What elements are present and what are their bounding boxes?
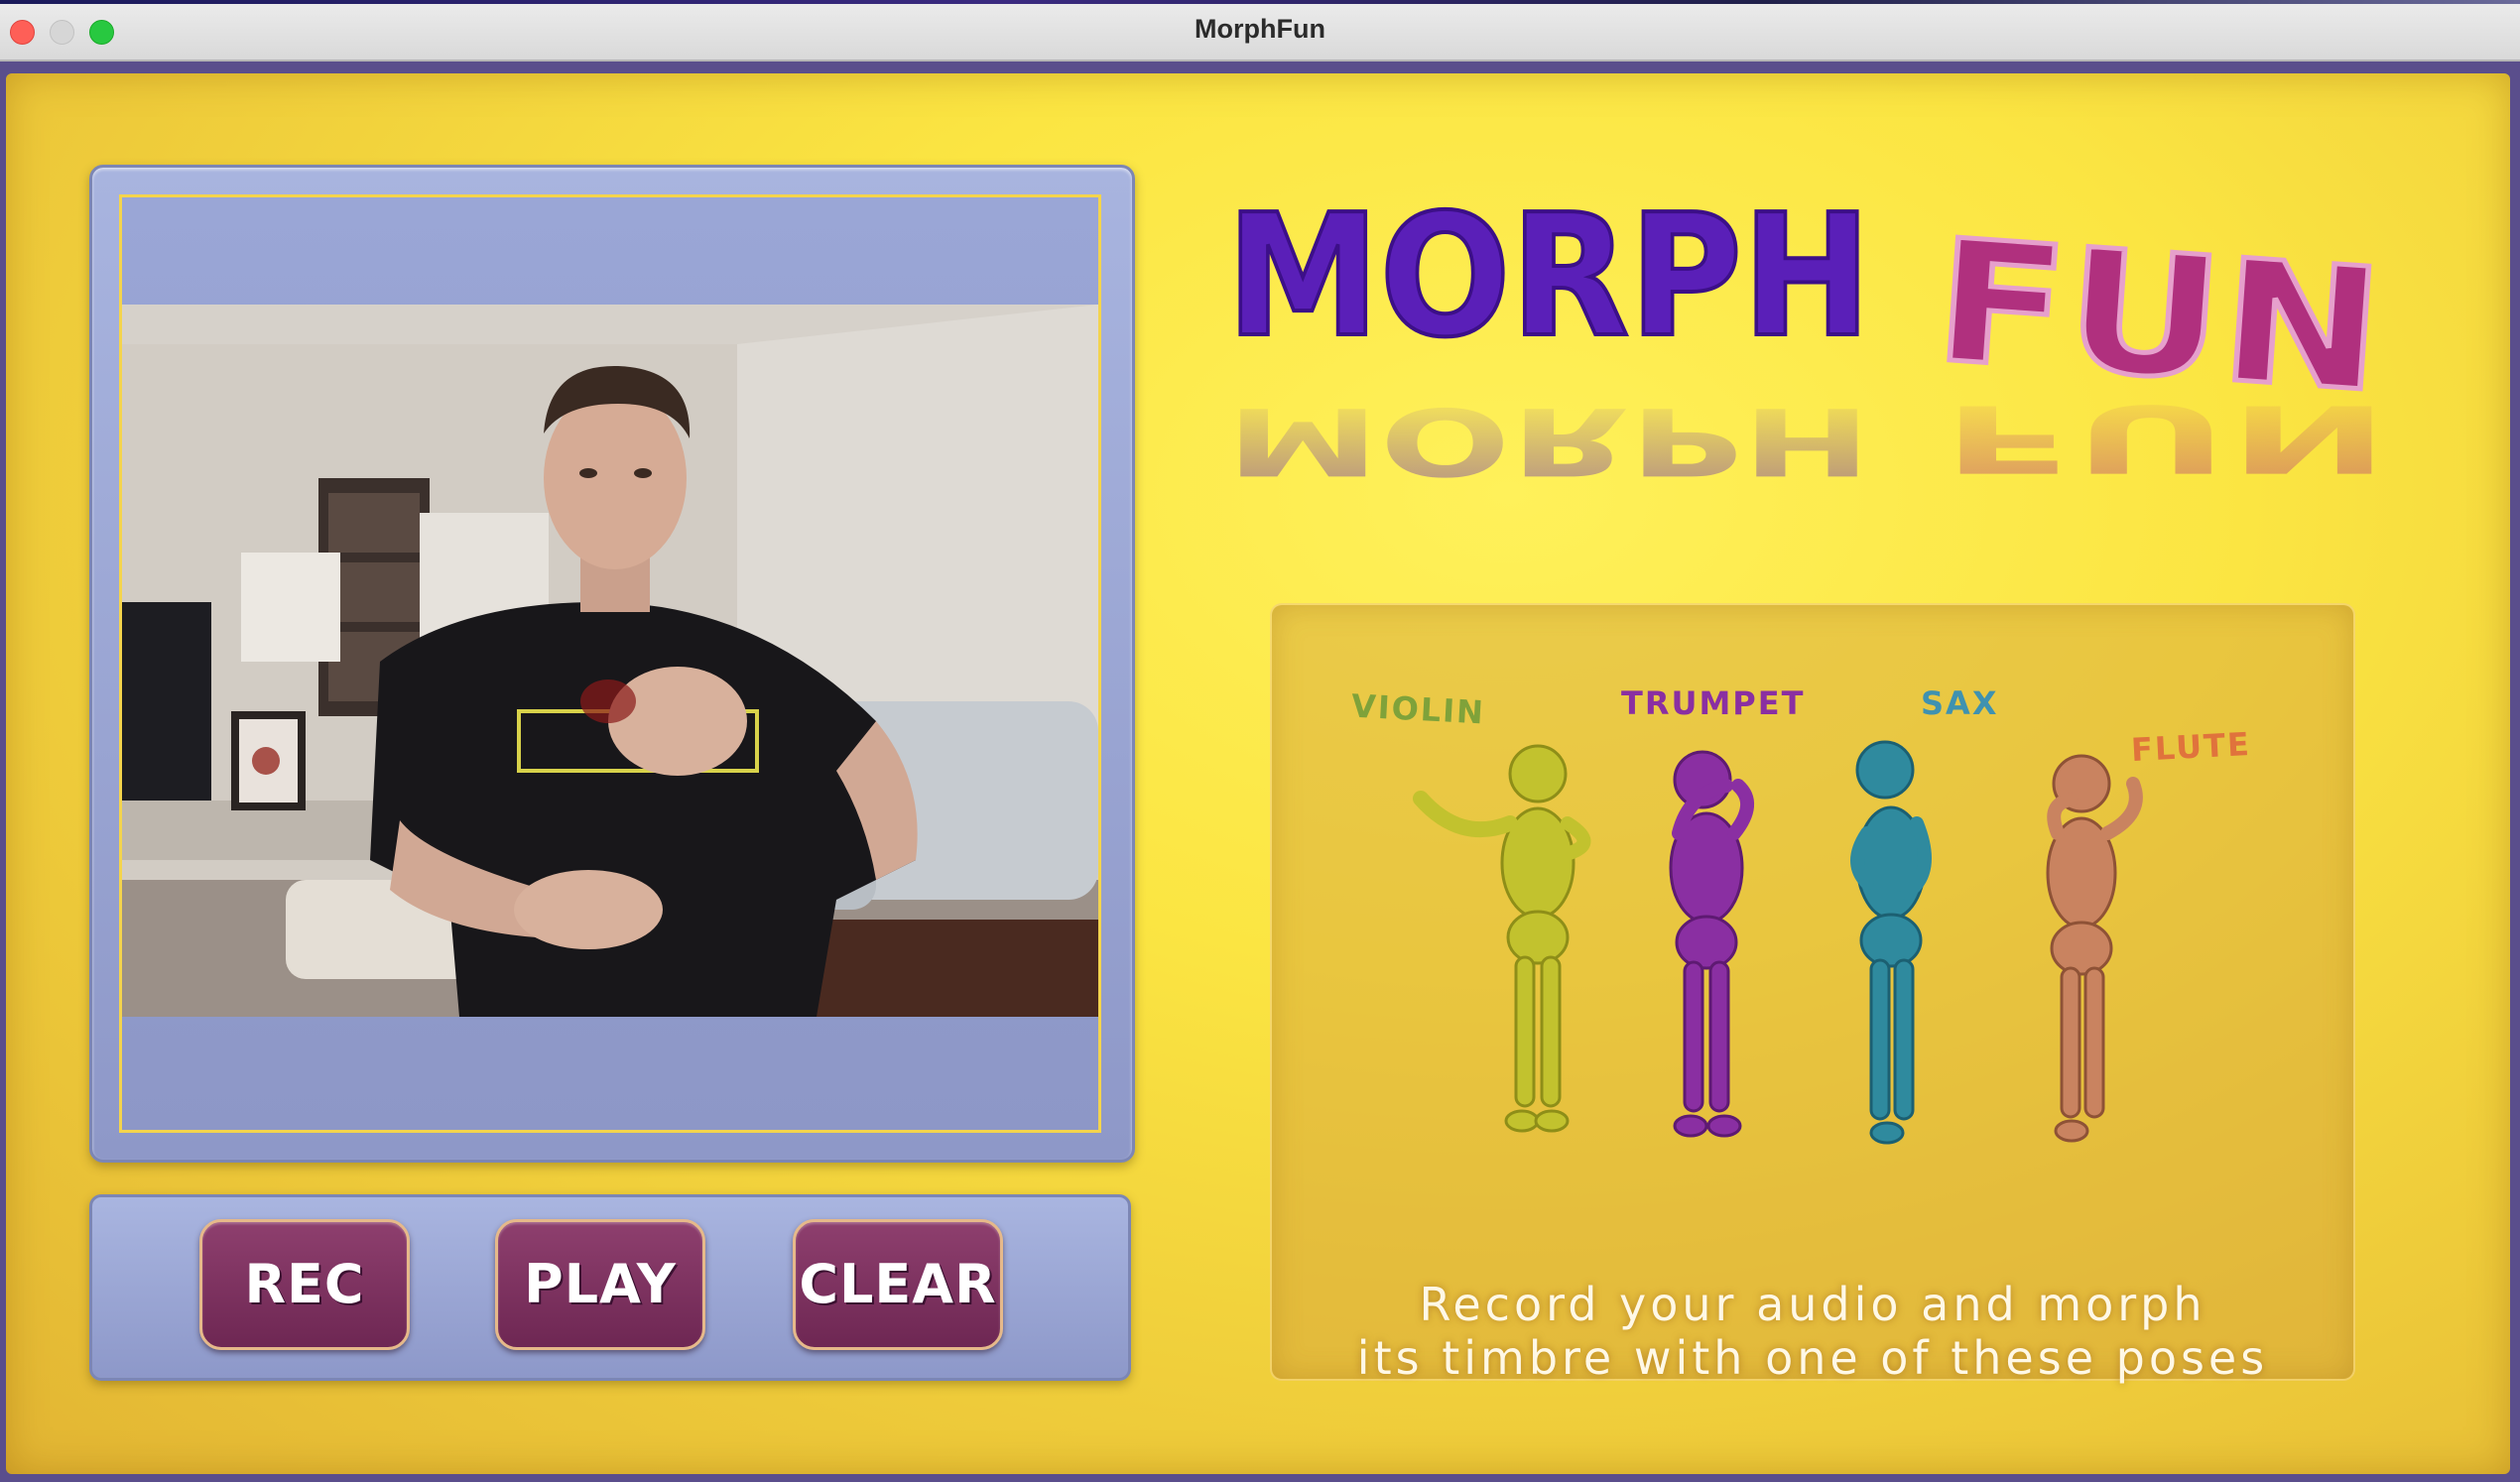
logo-morph-reflection: MORPH — [1226, 387, 1871, 488]
clear-button[interactable]: CLEAR — [793, 1219, 1003, 1350]
app-window: MorphFun REC PLAY CLEAR MORPH FUN MORPH … — [0, 0, 2520, 1482]
logo-morph: MORPH — [1226, 190, 1871, 375]
app-logo: MORPH FUN MORPH FUN — [1218, 177, 2409, 494]
logo-graphic: MORPH FUN MORPH FUN — [1224, 177, 2391, 494]
trumpet-pose-figure — [1669, 750, 1754, 1138]
poses-panel: VIOLIN TRUMPET SAX FLUTE Record your aud… — [1270, 603, 2355, 1385]
caption-line-1: Record your audio and morph — [1419, 1278, 2206, 1331]
violin-pose-figure — [1413, 744, 1591, 1133]
controls-panel: REC PLAY CLEAR — [89, 1194, 1131, 1381]
rec-button[interactable]: REC — [199, 1219, 410, 1350]
logo-fun-reflection: FUN — [1943, 384, 2389, 488]
camera-feed — [122, 305, 1098, 1017]
flute-pose-figure — [2046, 754, 2143, 1143]
video-panel — [89, 165, 1135, 1163]
play-button[interactable]: PLAY — [495, 1219, 705, 1350]
caption-line-2: its timbre with one of these poses — [1356, 1331, 2269, 1385]
poses-caption: Record your audio and morph its timbre w… — [1272, 1278, 2353, 1385]
sax-pose-figure — [1850, 740, 1932, 1145]
pose-figures — [1413, 740, 2143, 1145]
menu-strip — [0, 0, 2520, 4]
app-content: REC PLAY CLEAR MORPH FUN MORPH FUN VIOLI… — [6, 73, 2510, 1474]
video-viewport — [119, 194, 1101, 1133]
camera-feed-image — [122, 305, 1098, 1017]
window-title: MorphFun — [1195, 14, 1325, 44]
title-bar: MorphFun — [0, 0, 2520, 62]
